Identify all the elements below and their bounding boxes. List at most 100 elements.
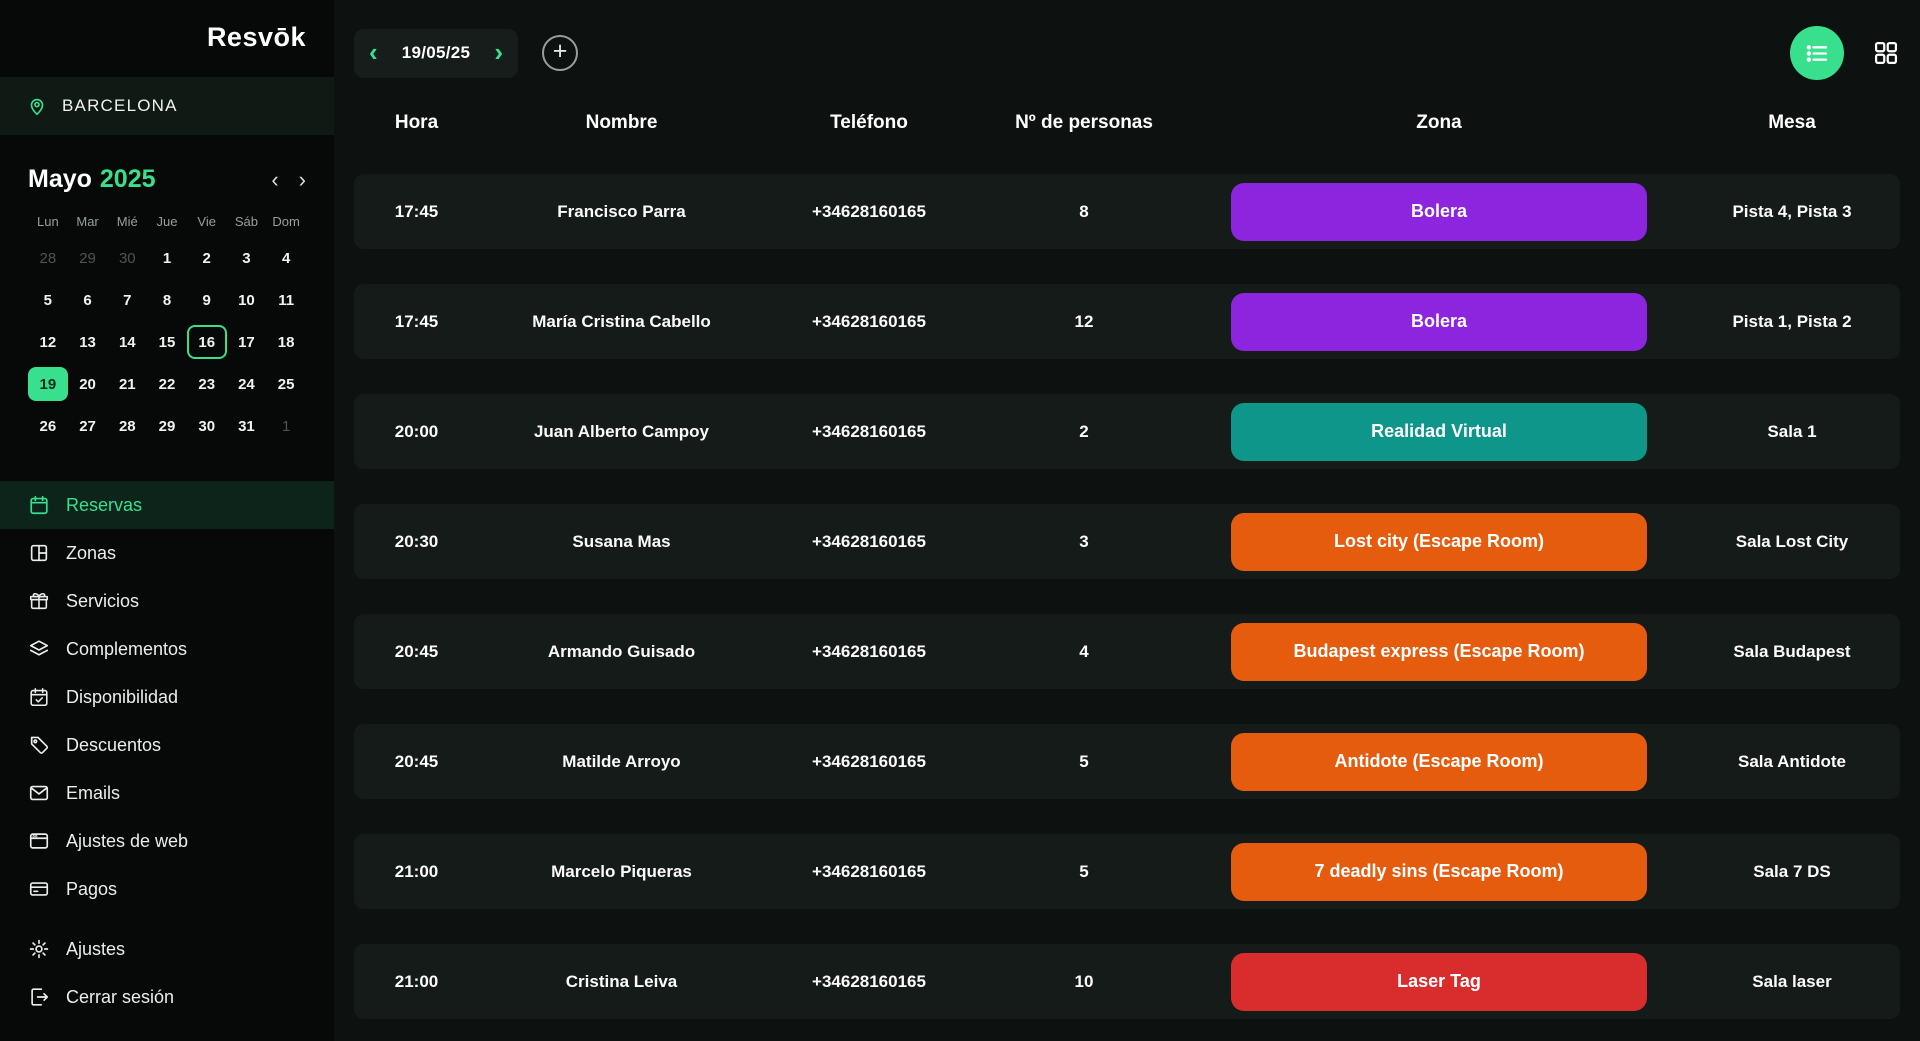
calendar-day[interactable]: 16 [187,325,227,359]
calendar-next-button[interactable]: › [299,169,306,191]
weekday-label: Mar [68,214,108,229]
calendar-day[interactable]: 24 [227,367,267,401]
sidebar-item-ajustes-de-web[interactable]: Ajustes de web [0,817,334,865]
sidebar-item-descuentos[interactable]: Descuentos [0,721,334,769]
cell-nombre: Marcelo Piqueras [479,862,764,882]
email-icon [28,782,50,804]
calendar-day[interactable]: 11 [266,283,306,317]
zone-badge[interactable]: Laser Tag [1231,953,1647,1011]
calendar-day[interactable]: 17 [227,325,267,359]
zone-badge[interactable]: Bolera [1231,293,1647,351]
calendar-day[interactable]: 30 [107,241,147,275]
table-row[interactable]: 20:45Matilde Arroyo+346281601655Antidote… [354,724,1900,799]
calendar-day[interactable]: 5 [28,283,68,317]
sidebar-item-label: Pagos [66,879,117,900]
calendar-day[interactable]: 10 [227,283,267,317]
cell-hora: 21:00 [354,972,479,992]
calendar-day[interactable]: 28 [28,241,68,275]
sidebar-item-ajustes[interactable]: Ajustes [0,925,334,973]
sidebar-item-complementos[interactable]: Complementos [0,625,334,673]
sidebar-item-label: Complementos [66,639,187,660]
sidebar-item-emails[interactable]: Emails [0,769,334,817]
sidebar-item-pagos[interactable]: Pagos [0,865,334,913]
zone-badge[interactable]: Budapest express (Escape Room) [1231,623,1647,681]
location-selector[interactable]: BARCELONA [0,77,334,135]
calendar-day[interactable]: 9 [187,283,227,317]
sidebar-item-label: Zonas [66,543,116,564]
gear-icon [28,938,50,960]
calendar-day[interactable]: 1 [147,241,187,275]
zone-badge[interactable]: Realidad Virtual [1231,403,1647,461]
calendar-day[interactable]: 25 [266,367,306,401]
calendar-day[interactable]: 3 [227,241,267,275]
calendar-day[interactable]: 2 [187,241,227,275]
weekday-label: Jue [147,214,187,229]
cell-personas: 4 [974,642,1194,662]
table-row[interactable]: 21:00Marcelo Piqueras+346281601655 7 dead… [354,834,1900,909]
table-row[interactable]: 20:45Armando Guisado+346281601654Budapes… [354,614,1900,689]
table-row[interactable]: 20:00Juan Alberto Campoy+346281601652Rea… [354,394,1900,469]
sidebar-item-servicios[interactable]: Servicios [0,577,334,625]
calendar-day[interactable]: 6 [68,283,108,317]
cell-personas: 5 [974,862,1194,882]
table-row[interactable]: 21:00Cristina Leiva+3462816016510Laser T… [354,944,1900,1019]
sidebar-item-label: Emails [66,783,120,804]
sidebar-item-disponibilidad[interactable]: Disponibilidad [0,673,334,721]
sidebar-item-reservas[interactable]: Reservas [0,481,334,529]
cell-hora: 17:45 [354,312,479,332]
calendar-prev-button[interactable]: ‹ [271,169,278,191]
calendar-day[interactable]: 8 [147,283,187,317]
cell-mesa: Sala Lost City [1684,532,1900,552]
cell-telefono: +34628160165 [764,532,974,552]
calendar-day[interactable]: 21 [107,367,147,401]
calendar-day[interactable]: 13 [68,325,108,359]
grid-view-button[interactable] [1872,39,1900,67]
calendar-day[interactable]: 7 [107,283,147,317]
calendar-day[interactable]: 22 [147,367,187,401]
main-content: ‹ 19/05/25 › + HoraNombreTeléfonoNº de p… [334,0,1920,1041]
calendar-day[interactable]: 30 [187,409,227,443]
current-date: 19/05/25 [402,43,471,63]
calendar-day[interactable]: 27 [68,409,108,443]
calendar-day[interactable]: 19 [28,367,68,401]
table-body: 17:45Francisco Parra+346281601658BoleraP… [354,174,1900,1019]
sidebar-footer-nav: AjustesCerrar sesión [0,925,334,1021]
add-reservation-button[interactable]: + [542,35,578,71]
calendar-day[interactable]: 18 [266,325,306,359]
prev-day-button[interactable]: ‹ [369,39,378,68]
zone-badge[interactable]: Lost city (Escape Room) [1231,513,1647,571]
sidebar-item-label: Disponibilidad [66,687,178,708]
calendar-day[interactable]: 23 [187,367,227,401]
sidebar-item-zonas[interactable]: Zonas [0,529,334,577]
weekday-label: Vie [187,214,227,229]
calendar-day[interactable]: 1 [266,409,306,443]
calendar-day[interactable]: 31 [227,409,267,443]
calendar-day[interactable]: 14 [107,325,147,359]
calendar-day[interactable]: 29 [147,409,187,443]
calendar-day[interactable]: 26 [28,409,68,443]
cell-hora: 20:30 [354,532,479,552]
table-row[interactable]: 20:30Susana Mas+346281601653Lost city (E… [354,504,1900,579]
table-row[interactable]: 17:45Francisco Parra+346281601658BoleraP… [354,174,1900,249]
cell-hora: 21:00 [354,862,479,882]
calendar-day[interactable]: 4 [266,241,306,275]
cell-nombre: Cristina Leiva [479,972,764,992]
cell-hora: 20:45 [354,642,479,662]
zone-badge[interactable]: 7 deadly sins (Escape Room) [1231,843,1647,901]
table-row[interactable]: 17:45María Cristina Cabello+346281601651… [354,284,1900,359]
next-day-button[interactable]: › [494,39,503,68]
cell-nombre: Susana Mas [479,532,764,552]
column-header: Teléfono [764,112,974,134]
cell-telefono: +34628160165 [764,862,974,882]
calendar-day[interactable]: 15 [147,325,187,359]
sidebar-nav: Reservas Zonas Servicios Complementos Dispon… [0,481,334,913]
calendar-day[interactable]: 20 [68,367,108,401]
calendar-day[interactable]: 29 [68,241,108,275]
zone-badge[interactable]: Bolera [1231,183,1647,241]
zone-badge[interactable]: Antidote (Escape Room) [1231,733,1647,791]
list-view-button[interactable] [1790,26,1844,80]
sidebar-item-cerrar-sesion[interactable]: Cerrar sesión [0,973,334,1021]
calendar-day[interactable]: 28 [107,409,147,443]
calendar-day[interactable]: 12 [28,325,68,359]
cell-nombre: Matilde Arroyo [479,752,764,772]
